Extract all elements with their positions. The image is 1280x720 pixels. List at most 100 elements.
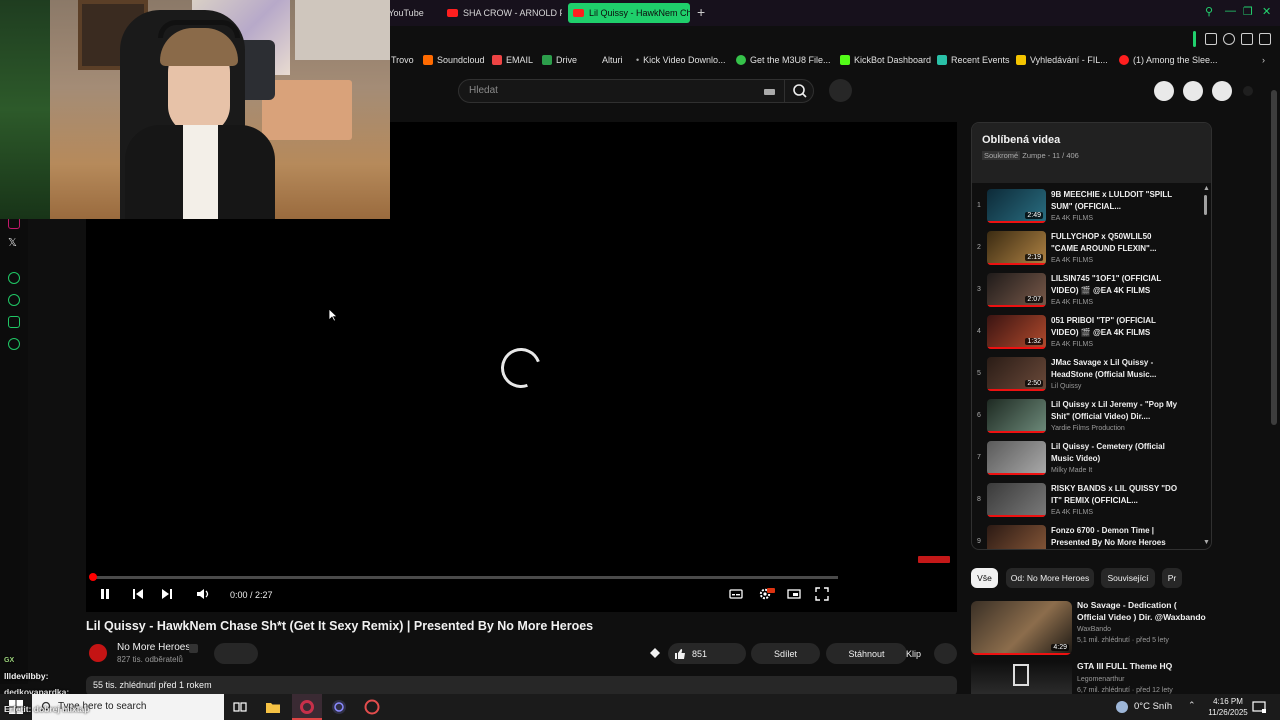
progress-scrubber[interactable] [89,573,97,581]
playlist-item-channel[interactable]: EA 4K FILMS [1051,257,1093,264]
playlist-thumbnail[interactable] [987,441,1046,475]
playlist-thumbnail[interactable]: 1:32 [987,315,1046,349]
playlist-item-title[interactable]: FULLYCHOP x Q50WLIL50 "CAME AROUND FLEXI… [1051,231,1181,255]
gx-ai-icon[interactable] [1243,86,1253,96]
playlist-item-title[interactable]: LILSIN745 "1OF1" (OFFICIAL VIDEO) 🎬 @EA … [1051,273,1181,297]
recommended-channel[interactable]: WaxBando [1077,625,1111,635]
playlist-item-channel[interactable]: Yardie Films Production [1051,425,1125,432]
playlist-thumbnail[interactable]: 2:07 [987,273,1046,307]
volume-icon[interactable] [196,587,210,601]
playlist-thumbnail[interactable] [987,399,1046,433]
miniplayer-icon[interactable] [787,587,801,601]
chevron-up-icon[interactable]: ⌃ [1188,700,1196,711]
recommended-title[interactable]: GTA III FULL Theme HQ [1077,661,1207,673]
bookmark-kick-video[interactable]: • Kick Video Downlo... [636,55,726,65]
playlist-item-channel[interactable]: EA 4K FILMS [1051,341,1093,348]
playlist-item[interactable]: 7 Lil Quissy - Cemetery (Official Music V… [972,439,1202,481]
share-button[interactable]: Sdílet [751,643,820,664]
bookmark-email[interactable]: EMAIL [492,55,533,65]
page-scrollbar[interactable] [1271,90,1277,425]
bookmark-drive[interactable]: Drive [542,55,577,65]
notifications-icon[interactable] [1183,81,1203,101]
scroll-down-icon[interactable]: ▼ [1203,539,1210,546]
file-explorer-icon[interactable] [265,699,281,715]
bookmark-soundcloud[interactable]: Soundcloud [423,55,485,65]
search-tabs-icon[interactable]: ⚲ [1205,5,1213,18]
maximize-button[interactable]: ❐ [1243,5,1253,18]
playlist-item-channel[interactable]: Milky Made It [1051,467,1092,474]
extensions-sidebar-icon[interactable] [8,316,20,328]
account-icon[interactable] [1223,33,1235,45]
playlist-item-title[interactable]: 9B MEECHIE x LULDOIT "SPILL SUM" (OFFICI… [1051,189,1181,213]
subtitles-icon[interactable] [729,587,743,601]
recommended-thumbnail[interactable] [971,660,1072,694]
gx-extension-icon[interactable] [648,646,662,660]
previous-icon[interactable] [131,587,145,601]
clip-button[interactable]: Klip [891,643,936,664]
playlist-item-channel[interactable]: EA 4K FILMS [1051,215,1093,222]
chip-more[interactable]: Pr [1162,568,1182,588]
scroll-up-icon[interactable]: ▲ [1203,185,1210,192]
download-icon[interactable] [1241,33,1253,45]
recommended-title[interactable]: No Savage - Dedication ( Official Video … [1077,600,1207,623]
more-actions-button[interactable] [934,643,957,664]
menu-icon[interactable] [1259,33,1271,45]
playlist-owner[interactable]: Zumpe [1022,151,1045,160]
playlist-item-title[interactable]: Lil Quissy x Lil Jeremy - "Pop My Shit" … [1051,399,1181,423]
obs-icon[interactable] [331,699,347,715]
voice-search-button[interactable] [829,79,852,102]
task-view-icon[interactable] [232,699,248,715]
bookmark-vyhledavani[interactable]: Vyhledávání - FIL... [1016,55,1108,65]
playlist-thumbnail[interactable]: 2:19 [987,231,1046,265]
weather-text[interactable]: 0°C Sníh [1134,701,1172,712]
next-icon[interactable] [160,587,174,601]
playlist-item[interactable]: 9 Fonzo 6700 - Demon Time | Presented By … [972,523,1202,549]
playlist-item[interactable]: 6 Lil Quissy x Lil Jeremy - "Pop My Shit"… [972,397,1202,439]
keyboard-icon[interactable] [764,89,775,95]
recommended-thumbnail[interactable]: 4:29 [971,601,1072,655]
new-tab-button[interactable]: + [697,5,705,19]
playlist-item[interactable]: 4 1:32 051 PRIBOI "TP" (OFFICIAL VIDEO) 🎬 … [972,313,1202,355]
channel-name[interactable]: No More Heroes [117,642,190,653]
clock[interactable]: 4:16 PM 11/26/2025 [1207,696,1249,718]
bookmark-trovo[interactable]: Trovo [391,55,414,65]
playlist-thumbnail[interactable]: 2:49 [987,189,1046,223]
chevron-right-icon[interactable]: › [1262,55,1265,65]
x-twitter-icon[interactable]: 𝕏 [8,236,17,249]
playlist-item-title[interactable]: JMac Savage x Lil Quissy - HeadStone (Of… [1051,357,1181,381]
search-input[interactable]: Hledat [469,85,498,96]
bookmark-kickbot[interactable]: KickBot Dashboard [840,55,931,65]
chip-related[interactable]: Související [1101,568,1155,588]
taskbar-opera-gx-active[interactable] [292,694,322,720]
playlist-item-channel[interactable]: EA 4K FILMS [1051,299,1093,306]
browser-tab-active[interactable]: Lil Quissy - HawkNem Ch [568,3,690,23]
playlist-thumbnail[interactable]: 2:50 [987,357,1046,391]
minimize-button[interactable]: — [1225,5,1236,17]
playlist-item[interactable]: 1 2:49 9B MEECHIE x LULDOIT "SPILL SUM" (O… [972,187,1202,229]
playlist-item[interactable]: 5 2:50 JMac Savage x Lil Quissy - HeadSton… [972,355,1202,397]
playlist-item-channel[interactable]: EA 4K FILMS [1051,509,1093,516]
playlist-title[interactable]: Oblíbená videa [982,134,1060,146]
close-button[interactable]: ✕ [1262,5,1271,18]
playlist-item[interactable]: 8 RISKY BANDS x LIL QUISSY "DO IT" REMIX … [972,481,1202,523]
playlist-item-title[interactable]: RISKY BANDS x LIL QUISSY "DO IT" REMIX (… [1051,483,1181,507]
pause-icon[interactable] [98,587,112,601]
chip-all[interactable]: Vše [971,568,998,588]
settings-icon[interactable] [8,338,20,350]
playlist-item-title[interactable]: Lil Quissy - Cemetery (Official Music Vi… [1051,441,1181,465]
playlist-scrollbar[interactable] [1204,195,1207,215]
playlist-item-title[interactable]: Fonzo 6700 - Demon Time | Presented By N… [1051,525,1181,549]
chip-from-channel[interactable]: Od: No More Heroes [1006,568,1094,588]
fullscreen-icon[interactable] [815,587,829,601]
playlist-item[interactable]: 2 2:19 FULLYCHOP x Q50WLIL50 "CAME AROUND … [972,229,1202,271]
playlist-item-channel[interactable]: Lil Quissy [1051,383,1081,390]
playlist-thumbnail[interactable] [987,483,1046,517]
browser-tab[interactable]: SHA CROW - ARNOLD PA [442,3,562,23]
bookmark-among-sleep[interactable]: (1) Among the Slee... [1119,55,1218,65]
player-icon[interactable] [8,272,20,284]
bookmark-alturi[interactable]: Alturi [602,55,623,65]
playlist-item-title[interactable]: 051 PRIBOI "TP" (OFFICIAL VIDEO) 🎬 @EA 4… [1051,315,1181,339]
avatar[interactable] [1212,81,1232,101]
history-icon[interactable] [8,294,20,306]
playlist-item[interactable]: 3 2:07 LILSIN745 "1OF1" (OFFICIAL VIDEO) 🎬… [972,271,1202,313]
